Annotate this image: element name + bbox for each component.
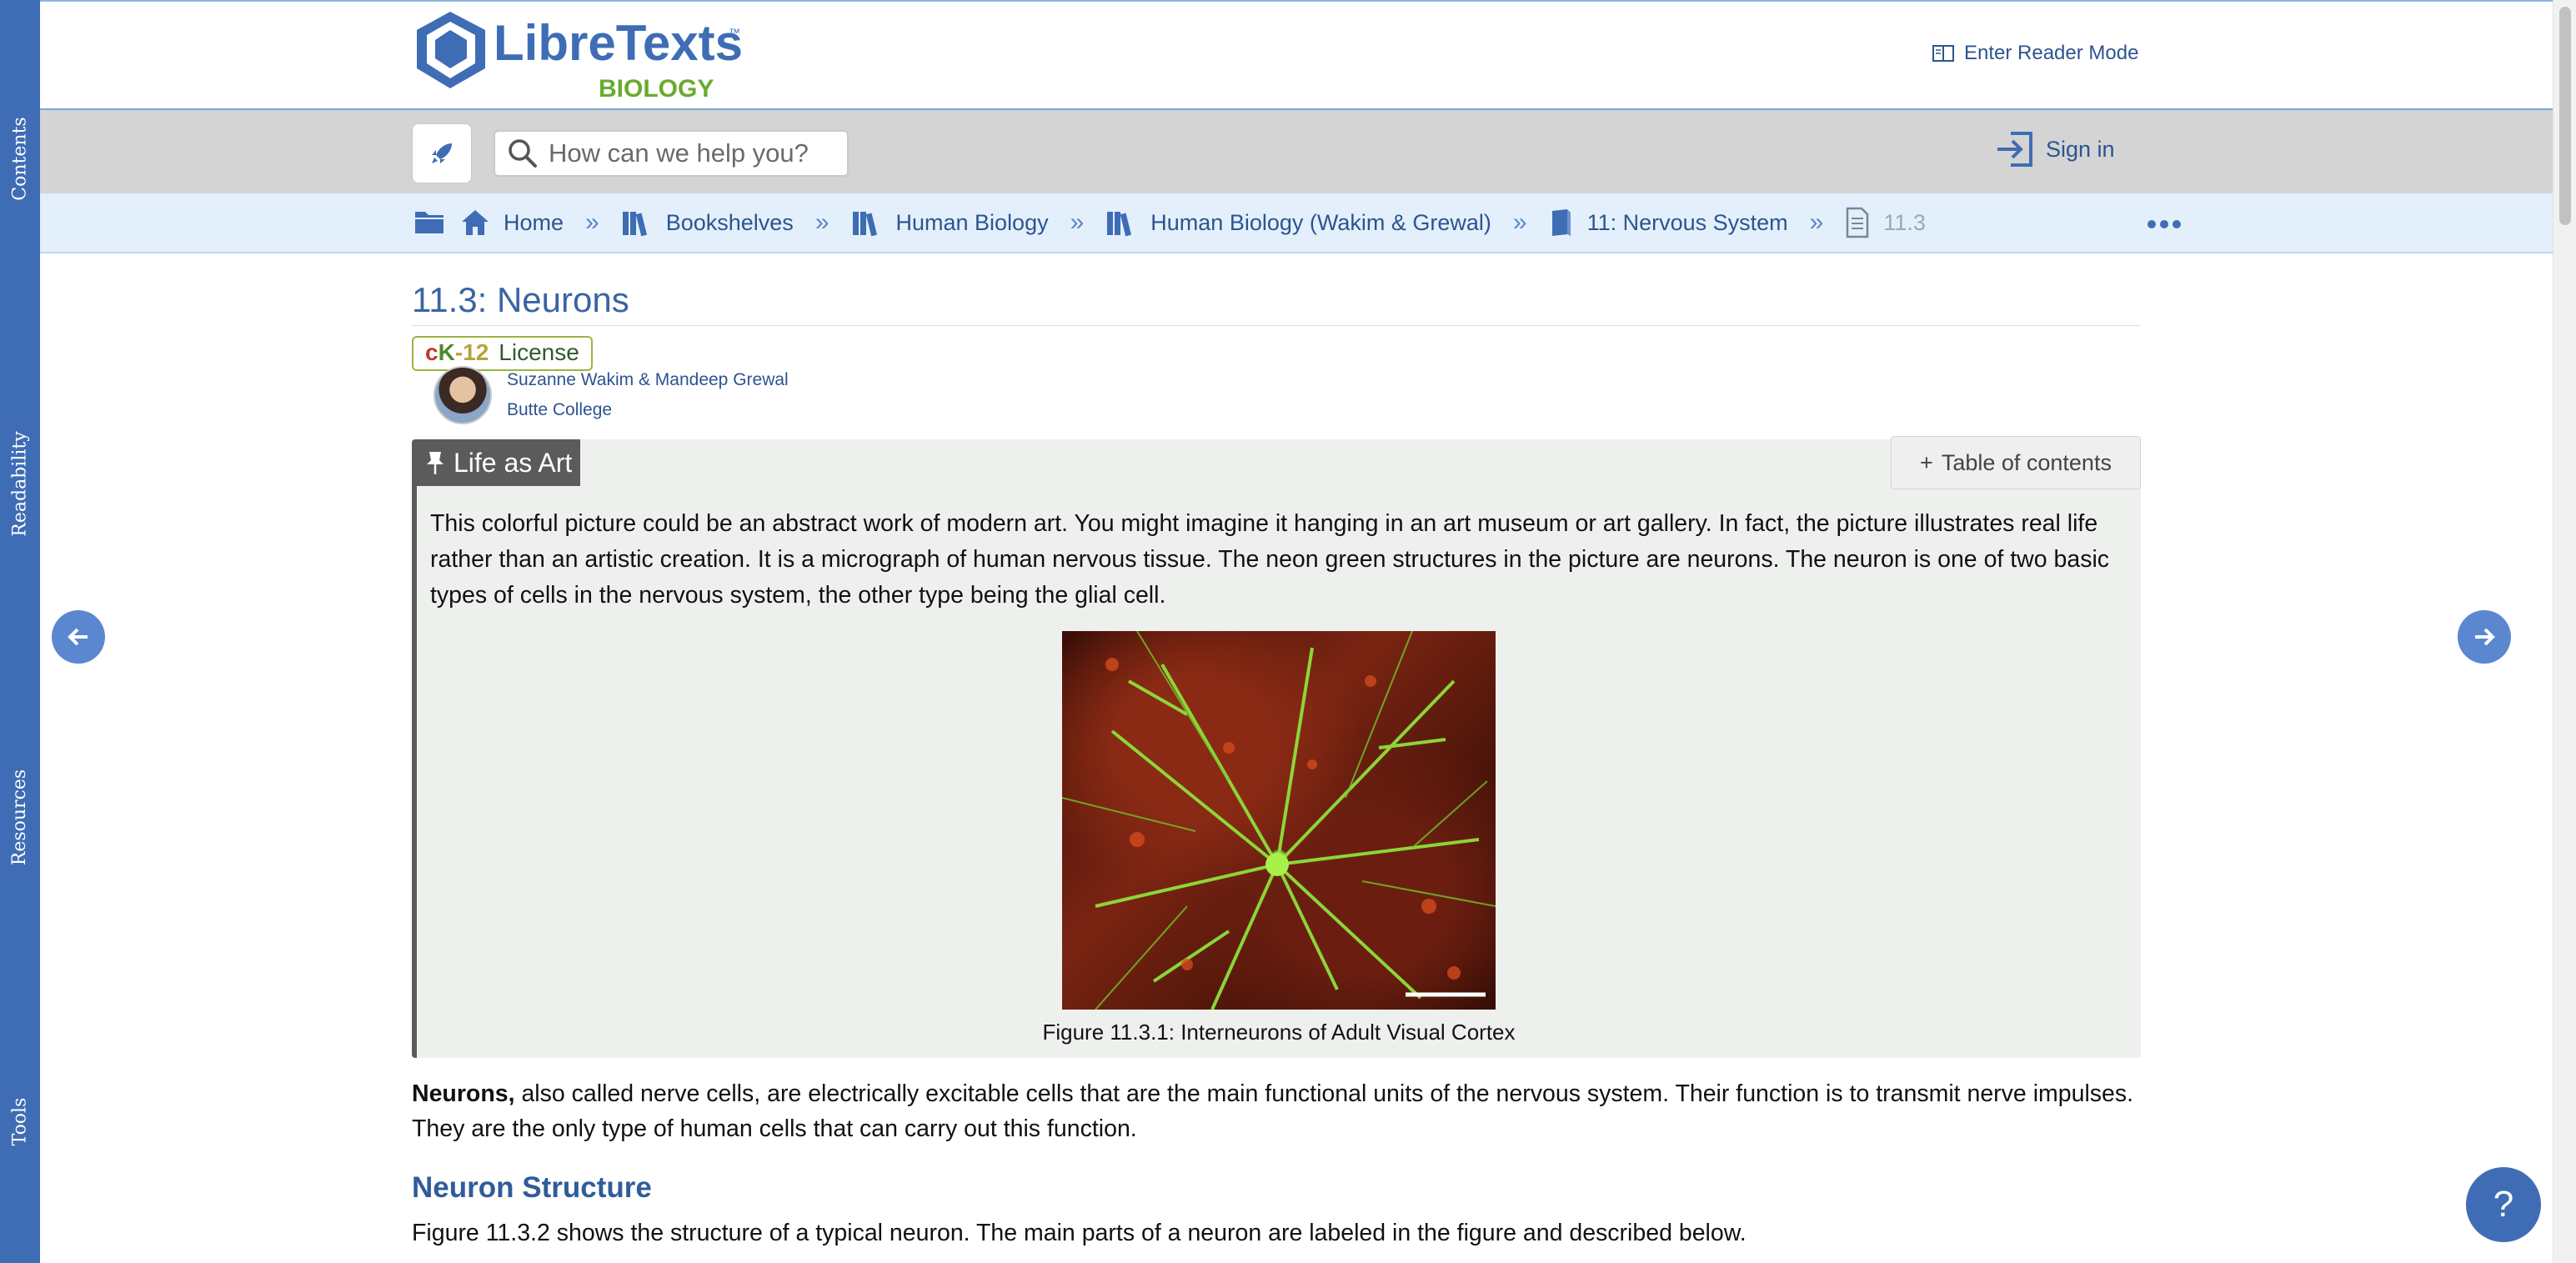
reader-mode-button[interactable]: Enter Reader Mode bbox=[1932, 42, 2138, 65]
figure-caption: Figure 11.3.1: Interneurons of Adult Vis… bbox=[1042, 1020, 1516, 1045]
home-icon bbox=[462, 210, 489, 235]
sidebar-tab-tools[interactable]: Tools bbox=[0, 1050, 40, 1192]
books-icon bbox=[852, 212, 877, 237]
breadcrumb-separator: » bbox=[1809, 208, 1824, 236]
page-title: 11.3: Neurons bbox=[412, 253, 2141, 326]
author-name-link[interactable]: Suzanne Wakim & Mandeep Grewal bbox=[507, 370, 789, 390]
help-button[interactable]: ? bbox=[2466, 1167, 2541, 1242]
search-input[interactable] bbox=[549, 138, 832, 168]
pin-icon bbox=[427, 452, 444, 474]
sidebar-tab-readability[interactable]: Readability bbox=[0, 413, 40, 554]
structure-paragraph: Figure 11.3.2 shows the structure of a t… bbox=[412, 1220, 1747, 1246]
author-block: Suzanne Wakim & Mandeep Grewal Butte Col… bbox=[434, 366, 2141, 424]
rocket-icon bbox=[432, 143, 452, 163]
breadcrumb-separator: » bbox=[1512, 208, 1527, 236]
breadcrumb-wakim-grewal[interactable]: Human Biology (Wakim & Grewal) bbox=[1105, 208, 1491, 237]
svg-text:LibreTexts: LibreTexts bbox=[494, 15, 742, 71]
neurons-paragraph: Neurons, also called nerve cells, are el… bbox=[412, 1080, 2134, 1142]
svg-text:BIOLOGY: BIOLOGY bbox=[599, 75, 714, 103]
document-icon bbox=[1847, 207, 1869, 238]
license-label: License bbox=[499, 339, 579, 365]
reader-mode-label: Enter Reader Mode bbox=[1964, 42, 2139, 64]
libretexts-logo[interactable]: LibreTexts ™ BIOLOGY bbox=[417, 8, 743, 105]
toolbar: Sign in bbox=[40, 110, 2553, 193]
sign-in-label: Sign in bbox=[2046, 136, 2115, 162]
sidebar-tab-contents[interactable]: Contents bbox=[0, 88, 40, 229]
left-sidebar: Contents Readability Resources Tools bbox=[0, 0, 40, 1263]
breadcrumb-separator: » bbox=[585, 208, 599, 236]
svg-text:™: ™ bbox=[729, 26, 740, 39]
breadcrumb-separator: » bbox=[814, 208, 829, 236]
sidebar-tab-resources[interactable]: Resources bbox=[0, 746, 40, 888]
previous-page-button[interactable] bbox=[52, 610, 105, 664]
toc-label: Table of contents bbox=[1941, 449, 2112, 475]
search-field[interactable] bbox=[494, 130, 849, 177]
breadcrumb: Home » Bookshelves » Human Biology » Hum… bbox=[40, 193, 2553, 253]
table-of-contents-button[interactable]: + Table of contents bbox=[1891, 436, 2141, 489]
plus-icon: + bbox=[1920, 449, 1933, 475]
breadcrumb-bookshelves[interactable]: Bookshelves bbox=[621, 208, 794, 237]
breadcrumb-human-biology[interactable]: Human Biology bbox=[851, 208, 1049, 237]
author-avatar[interactable] bbox=[434, 366, 492, 424]
books-icon bbox=[1107, 212, 1132, 237]
ck12-logo: cK-12 bbox=[425, 339, 489, 365]
neurons-term: Neurons, bbox=[412, 1080, 515, 1107]
sign-in-button[interactable]: Sign in bbox=[1994, 128, 2115, 170]
books-icon bbox=[622, 212, 647, 237]
callout-tag: Life as Art bbox=[417, 439, 581, 486]
next-page-button[interactable] bbox=[2458, 610, 2511, 664]
arrow-left-icon bbox=[68, 628, 88, 646]
search-icon bbox=[509, 139, 537, 168]
sign-in-icon bbox=[1997, 132, 2032, 167]
site-header: LibreTexts ™ BIOLOGY Enter Reader Mode bbox=[40, 0, 2553, 110]
book-icon bbox=[1551, 209, 1571, 236]
arrow-right-icon bbox=[2475, 628, 2495, 646]
main-content: 11.3: Neurons cK-12 License Suzanne Waki… bbox=[412, 253, 2141, 1247]
life-as-art-callout: Life as Art + Table of contents This col… bbox=[412, 436, 2141, 1058]
book-open-icon bbox=[1932, 45, 1954, 62]
breadcrumb-home[interactable]: Home bbox=[460, 208, 564, 237]
logo-mark-icon: LibreTexts ™ BIOLOGY bbox=[417, 12, 743, 103]
page-scrollbar[interactable] bbox=[2553, 0, 2576, 1263]
section-heading: Neuron Structure bbox=[412, 1171, 652, 1204]
folder-icon[interactable] bbox=[413, 207, 445, 239]
breadcrumb-current-page[interactable]: 11.3 bbox=[1845, 207, 1926, 238]
callout-text: This colorful picture could be an abstra… bbox=[430, 510, 2110, 609]
institution-link[interactable]: Butte College bbox=[507, 400, 789, 420]
breadcrumb-separator: » bbox=[1070, 208, 1085, 236]
more-options-icon[interactable] bbox=[2148, 220, 2181, 228]
breadcrumb-nervous-system[interactable]: 11: Nervous System bbox=[1549, 208, 1788, 238]
neuron-micrograph-image bbox=[1062, 631, 1496, 1010]
scrollbar-thumb[interactable] bbox=[2559, 7, 2571, 225]
rocket-button[interactable] bbox=[412, 123, 472, 183]
license-badge[interactable]: cK-12 License bbox=[412, 336, 593, 371]
